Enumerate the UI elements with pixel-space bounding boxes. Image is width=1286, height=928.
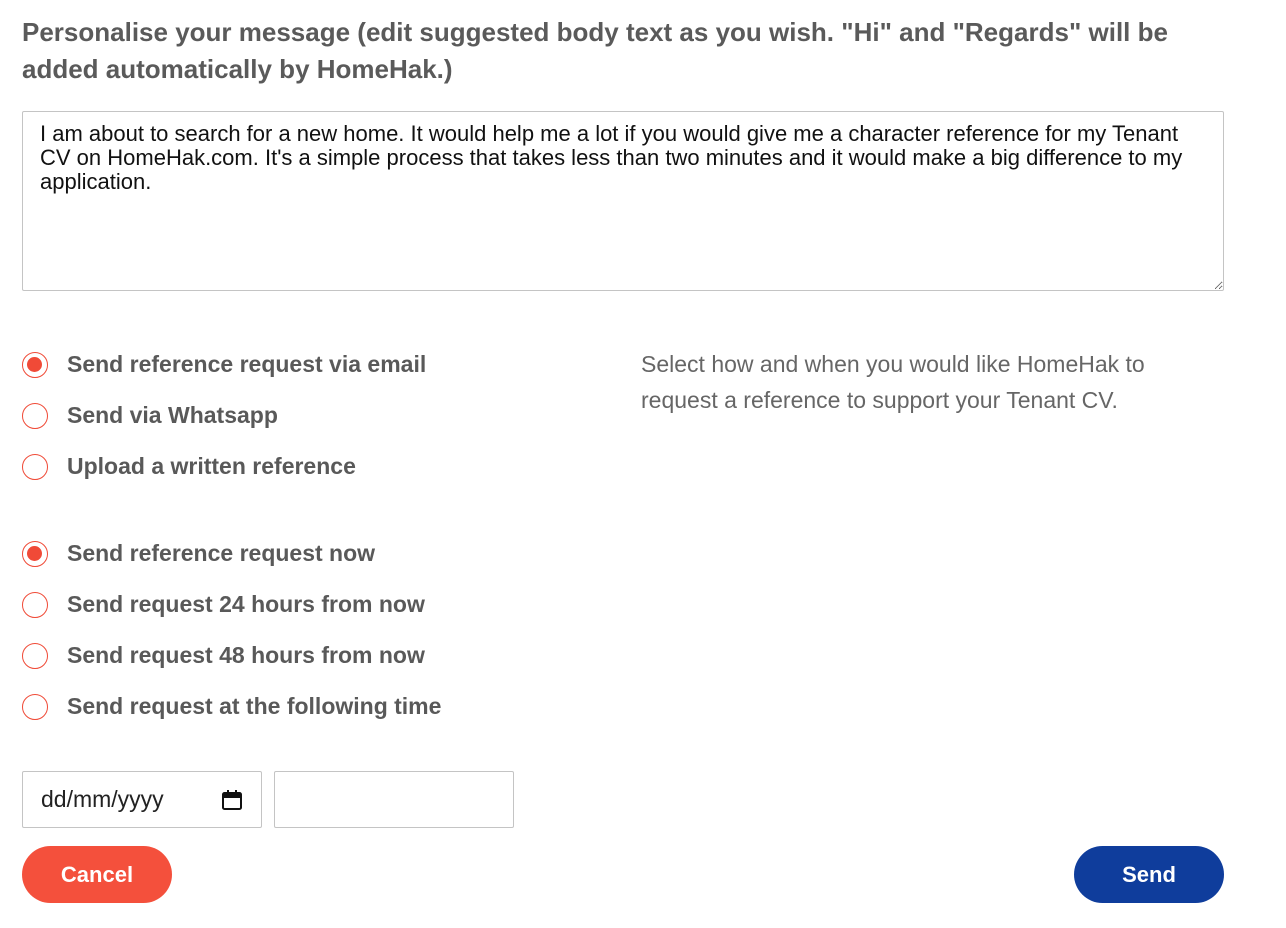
date-placeholder: dd/mm/yyyy — [41, 786, 164, 812]
radio-send-at-time[interactable] — [22, 693, 48, 720]
option-upload[interactable]: Upload a written reference — [22, 441, 582, 492]
radio-email[interactable] — [22, 351, 48, 378]
option-send-24h[interactable]: Send request 24 hours from now — [22, 579, 582, 630]
date-input[interactable]: dd/mm/yyyy — [22, 771, 262, 828]
option-send-at-time[interactable]: Send request at the following time — [22, 681, 582, 732]
radio-send-48h[interactable] — [22, 642, 48, 669]
page-heading: Personalise your message (edit suggested… — [22, 17, 1168, 84]
option-send-now-label: Send reference request now — [67, 540, 376, 566]
option-send-48h-label: Send request 48 hours from now — [67, 642, 425, 668]
option-send-now[interactable]: Send reference request now — [22, 528, 582, 579]
option-email[interactable]: Send reference request via email — [22, 339, 582, 390]
option-whatsapp-label: Send via Whatsapp — [67, 402, 278, 428]
option-send-24h-label: Send request 24 hours from now — [67, 591, 425, 617]
cancel-button[interactable]: Cancel — [22, 846, 172, 903]
method-options: Send reference request via email Send vi… — [22, 339, 582, 492]
radio-send-now[interactable] — [22, 540, 48, 567]
time-input[interactable] — [274, 771, 514, 828]
option-send-48h[interactable]: Send request 48 hours from now — [22, 630, 582, 681]
radio-send-24h[interactable] — [22, 591, 48, 618]
timing-options: Send reference request now Send request … — [22, 528, 582, 732]
message-textarea[interactable]: I am about to search for a new home. It … — [22, 111, 1224, 291]
send-button[interactable]: Send — [1074, 846, 1224, 903]
option-upload-label: Upload a written reference — [67, 453, 356, 479]
option-whatsapp[interactable]: Send via Whatsapp — [22, 390, 582, 441]
calendar-icon[interactable] — [221, 789, 243, 811]
radio-whatsapp[interactable] — [22, 402, 48, 429]
option-email-label: Send reference request via email — [67, 351, 427, 377]
option-send-at-time-label: Send request at the following time — [67, 693, 442, 719]
helper-text: Select how and when you would like HomeH… — [641, 351, 1145, 413]
radio-upload[interactable] — [22, 453, 48, 480]
